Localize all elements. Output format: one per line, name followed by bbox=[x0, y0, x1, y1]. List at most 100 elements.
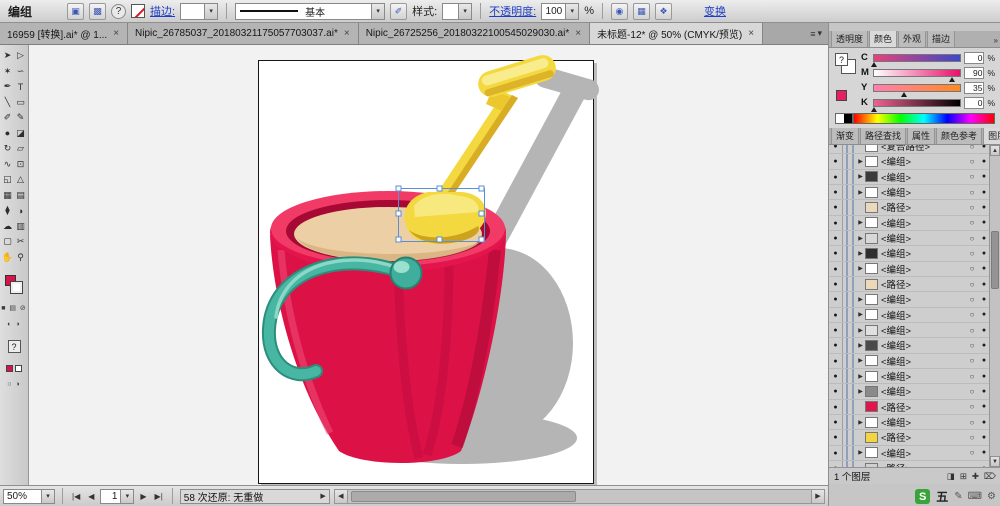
layer-row[interactable]: ● <复合路径> ○ ● bbox=[829, 145, 990, 155]
color-type-buttons[interactable]: ■ ▤ ⊘ bbox=[0, 304, 28, 312]
panel-tab-颜色参考[interactable]: 颜色参考 bbox=[936, 128, 983, 144]
target-circle-icon[interactable]: ○ bbox=[966, 356, 978, 365]
scroll-down-icon[interactable]: ▼ bbox=[990, 456, 1000, 467]
red-mini-swatch[interactable] bbox=[6, 365, 13, 372]
expand-triangle-icon[interactable]: ▶ bbox=[856, 296, 865, 303]
layer-row[interactable]: ● ▶ <编组> ○ ● bbox=[829, 414, 990, 431]
layers-footer-icon-3[interactable]: ✚ bbox=[972, 471, 979, 482]
visibility-eye-icon[interactable]: ● bbox=[829, 154, 843, 169]
panel-tab-外观[interactable]: 外观 bbox=[898, 31, 927, 47]
canvas-area[interactable] bbox=[29, 45, 828, 485]
visibility-eye-icon[interactable]: ● bbox=[829, 399, 843, 414]
visibility-eye-icon[interactable]: ● bbox=[829, 307, 843, 322]
perspective-grid-tool[interactable]: △ bbox=[14, 172, 27, 188]
next-artboard-button[interactable]: ▶ bbox=[138, 492, 148, 501]
canvas-artwork[interactable] bbox=[29, 45, 828, 485]
scrollbar-thumb[interactable] bbox=[350, 490, 576, 502]
screen-mode-circles[interactable]: ○ ◑ bbox=[0, 381, 28, 388]
style-combo[interactable]: ▾ bbox=[442, 2, 473, 20]
layer-row[interactable]: ● ▶ <编组> ○ ● bbox=[829, 353, 990, 369]
visibility-eye-icon[interactable]: ● bbox=[829, 384, 843, 399]
panel-tab-颜色[interactable]: 颜色 bbox=[869, 31, 898, 47]
visibility-eye-icon[interactable]: ● bbox=[829, 145, 843, 154]
black-value[interactable]: 0 bbox=[964, 96, 985, 109]
drawing-mode-buttons[interactable]: ◐ ◑ bbox=[0, 321, 28, 328]
target-circle-icon[interactable]: ○ bbox=[966, 280, 978, 289]
spectrum-bar[interactable] bbox=[853, 113, 995, 124]
chevron-down-icon[interactable]: ▾ bbox=[204, 3, 218, 19]
layer-row[interactable]: ● ▶ <编组> ○ ● bbox=[829, 230, 990, 247]
magic-wand-tool[interactable]: ✶ bbox=[1, 64, 14, 80]
close-icon[interactable]: × bbox=[747, 28, 755, 39]
slider-handle[interactable] bbox=[901, 91, 908, 97]
slider-handle[interactable] bbox=[871, 106, 877, 112]
layer-row[interactable]: ● ▶ <编组> ○ ● bbox=[829, 292, 990, 308]
visibility-eye-icon[interactable]: ● bbox=[829, 276, 843, 292]
layer-row[interactable]: ● ▶ <编组> ○ ● bbox=[829, 445, 990, 461]
expand-triangle-icon[interactable]: ▶ bbox=[856, 250, 865, 257]
last-color-swatch[interactable] bbox=[836, 90, 847, 101]
selection-tool[interactable]: ➤ bbox=[1, 48, 14, 64]
expand-triangle-icon[interactable]: ▶ bbox=[856, 342, 865, 349]
target-circle-icon[interactable]: ○ bbox=[966, 203, 978, 212]
chevron-down-icon[interactable]: ▾ bbox=[120, 489, 134, 503]
panel-tab-属性[interactable]: 属性 bbox=[907, 128, 936, 144]
magenta-value[interactable]: 90 bbox=[964, 66, 985, 79]
rectangle-tool[interactable]: ▭ bbox=[14, 95, 27, 111]
help-icon[interactable]: ? bbox=[111, 3, 127, 19]
opacity-link[interactable]: 不透明度: bbox=[489, 3, 536, 19]
target-circle-icon[interactable]: ○ bbox=[966, 402, 978, 411]
transform-link[interactable]: 变换 bbox=[704, 3, 726, 19]
document-tab-1[interactable]: 16959 [转换].ai* @ 1... × bbox=[0, 23, 129, 44]
expand-triangle-icon[interactable]: ▶ bbox=[856, 388, 865, 395]
panel-tab-描边[interactable]: 描边 bbox=[927, 31, 956, 47]
panel-tab-路径查找[interactable]: 路径查找 bbox=[860, 128, 907, 144]
visibility-eye-icon[interactable]: ● bbox=[829, 200, 843, 215]
close-icon[interactable]: × bbox=[112, 28, 120, 39]
black-swatch[interactable] bbox=[844, 113, 853, 124]
layer-row[interactable]: ● ▶ <编组> ○ ● bbox=[829, 261, 990, 277]
previous-artboard-button[interactable]: ◀ bbox=[86, 492, 96, 501]
scroll-right-icon[interactable]: ▶ bbox=[811, 489, 824, 503]
layer-row[interactable]: ● ▶ <编组> ○ ● bbox=[829, 169, 990, 185]
visibility-eye-icon[interactable]: ● bbox=[829, 414, 843, 430]
horizontal-scrollbar[interactable]: ◀ ▶ bbox=[333, 488, 825, 504]
scale-tool[interactable]: ▱ bbox=[14, 141, 27, 157]
slice-tool[interactable]: ✂ bbox=[14, 234, 27, 250]
visibility-eye-icon[interactable]: ● bbox=[829, 261, 843, 276]
eyedropper-tool[interactable]: ⧫ bbox=[1, 203, 14, 219]
magenta-slider[interactable] bbox=[873, 68, 962, 82]
chevron-down-icon[interactable]: ▾ bbox=[458, 3, 472, 19]
layer-row[interactable]: ● ▶ <编组> ○ ● bbox=[829, 154, 990, 170]
stroke-color-swatch[interactable] bbox=[10, 281, 23, 294]
first-artboard-button[interactable]: |◀ bbox=[70, 492, 82, 501]
selection-handle-se[interactable] bbox=[478, 236, 485, 243]
visibility-eye-icon[interactable]: ● bbox=[829, 368, 843, 384]
layers-footer-icon-2[interactable]: ⊞ bbox=[960, 471, 967, 482]
preferences-grid-icon[interactable]: ▦ bbox=[632, 2, 650, 20]
target-circle-icon[interactable]: ○ bbox=[966, 234, 978, 243]
layer-row[interactable]: ● ▶ <编组> ○ ● bbox=[829, 384, 990, 400]
column-graph-tool[interactable]: ▥ bbox=[14, 219, 27, 235]
stroke-link[interactable]: 描边: bbox=[150, 3, 175, 19]
color-proxy[interactable]: ? bbox=[835, 53, 857, 75]
target-circle-icon[interactable]: ○ bbox=[966, 341, 978, 350]
cyan-slider[interactable] bbox=[871, 53, 962, 67]
ime-icon-2[interactable]: ⌨ bbox=[968, 491, 982, 502]
close-icon[interactable]: × bbox=[574, 28, 582, 39]
selection-handle-w[interactable] bbox=[395, 210, 402, 217]
visibility-eye-icon[interactable]: ● bbox=[829, 292, 843, 307]
panel-tab-渐变[interactable]: 渐变 bbox=[831, 128, 860, 144]
target-circle-icon[interactable]: ○ bbox=[966, 249, 978, 258]
visibility-eye-icon[interactable]: ● bbox=[829, 215, 843, 230]
visibility-eye-icon[interactable]: ● bbox=[829, 445, 843, 460]
blob-brush-tool[interactable]: ● bbox=[1, 126, 14, 142]
document-tab-4[interactable]: 未标题-12* @ 50% (CMYK/预览) × bbox=[590, 23, 764, 44]
direct-selection-tool[interactable]: ▷ bbox=[14, 48, 27, 64]
layer-row[interactable]: ●<路径>○● bbox=[829, 276, 990, 293]
type-tool[interactable]: T bbox=[14, 79, 27, 95]
fill-stroke-proxy[interactable] bbox=[4, 275, 24, 295]
chevron-down-icon[interactable]: ▾ bbox=[565, 3, 579, 19]
expand-triangle-icon[interactable]: ▶ bbox=[856, 173, 865, 180]
visibility-eye-icon[interactable]: ● bbox=[829, 230, 843, 246]
